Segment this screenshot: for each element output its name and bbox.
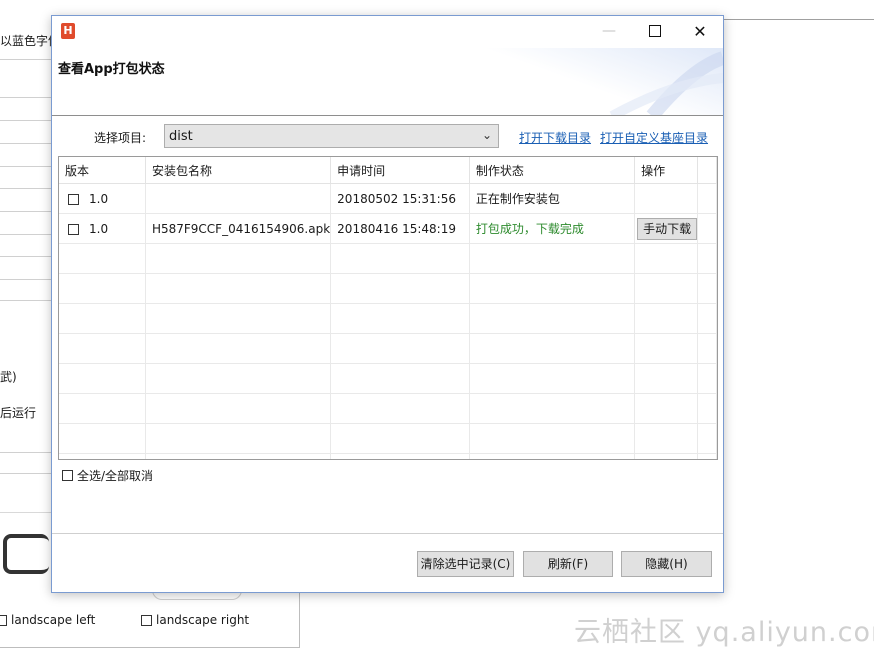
row-checkbox[interactable] — [68, 193, 79, 205]
table-row[interactable]: 1.0 20180502 15:31:56 正在制作安装包 — [59, 183, 717, 214]
landscape-left-label: landscape left — [11, 613, 96, 627]
select-all-label: 全选/全部取消 — [77, 469, 154, 483]
background-row-line — [0, 166, 52, 167]
project-select[interactable]: dist ⌄ — [164, 124, 499, 148]
phone-landscape-icon[interactable] — [3, 534, 49, 574]
table-row — [59, 363, 717, 394]
background-row-line — [0, 211, 52, 212]
table-row — [59, 333, 717, 364]
hbuilder-logo-icon: H — [61, 23, 75, 39]
background-window-edge — [724, 19, 874, 20]
background-row-line — [0, 97, 52, 98]
table-row — [59, 243, 717, 274]
background-row-line — [0, 279, 52, 280]
column-header-action[interactable]: 操作 — [634, 157, 699, 184]
refresh-button[interactable]: 刷新(F) — [523, 551, 613, 577]
background-row-line — [0, 143, 52, 144]
landscape-right-checkbox[interactable]: landscape right — [141, 613, 249, 627]
background-text: 后运行 — [0, 406, 37, 420]
time-cell: 20180416 15:48:19 — [330, 213, 470, 244]
hide-button[interactable]: 隐藏(H) — [621, 551, 712, 577]
table-header-row: 版本 安装包名称 申请时间 制作状态 操作 — [59, 157, 717, 184]
background-row-line — [0, 59, 52, 60]
header-decoration — [609, 51, 723, 116]
background-row-line — [0, 473, 52, 474]
table-row — [59, 303, 717, 334]
column-header-status[interactable]: 制作状态 — [469, 157, 636, 184]
column-header-package[interactable]: 安装包名称 — [145, 157, 332, 184]
maximize-button[interactable] — [632, 16, 678, 47]
version-value: 1.0 — [89, 191, 109, 206]
clear-selected-button[interactable]: 清除选中记录(C) — [417, 551, 514, 577]
open-download-dir-link[interactable]: 打开下载目录 — [519, 129, 591, 146]
footer-separator — [52, 533, 723, 534]
background-panel-border — [299, 590, 300, 648]
background-row-line — [0, 188, 52, 189]
select-all-checkbox[interactable]: 全选/全部取消 — [62, 467, 153, 484]
app-pack-status-dialog: H — ✕ 查看App打包状态 选择项目: dist ⌄ 打开下载目录 打开自定… — [51, 15, 724, 593]
chevron-down-icon[interactable]: ⌄ — [482, 128, 492, 142]
landscape-right-label: landscape right — [156, 613, 250, 627]
background-text: 武) — [0, 370, 17, 384]
title-bar[interactable]: H — ✕ — [52, 16, 723, 48]
minimize-button[interactable]: — — [586, 16, 632, 47]
background-row-line — [0, 234, 52, 235]
background-separator — [0, 512, 52, 513]
close-button[interactable]: ✕ — [677, 16, 723, 47]
status-cell: 打包成功，下载完成 — [469, 213, 636, 244]
background-row-line — [0, 300, 52, 301]
dialog-header: 查看App打包状态 — [52, 48, 723, 116]
version-cell: 1.0 — [59, 183, 146, 214]
package-cell — [145, 183, 332, 214]
checkbox-icon[interactable] — [141, 614, 152, 626]
open-custom-base-dir-link[interactable]: 打开自定义基座目录 — [600, 129, 708, 146]
status-cell: 正在制作安装包 — [469, 183, 636, 214]
background-row-line — [0, 452, 52, 453]
column-header-filler — [697, 157, 717, 184]
table-row[interactable]: 1.0 H587F9CCF_0416154906.apk 20180416 15… — [59, 213, 717, 244]
manual-download-button[interactable]: 手动下载 — [637, 217, 697, 240]
column-header-time[interactable]: 申请时间 — [330, 157, 470, 184]
time-cell: 20180502 15:31:56 — [330, 183, 470, 214]
version-cell: 1.0 — [59, 213, 146, 244]
checkbox-icon[interactable] — [0, 614, 7, 626]
watermark: 云栖社区 yq.aliyun.com — [574, 617, 874, 648]
background-row-line — [0, 256, 52, 257]
action-cell — [634, 183, 699, 214]
landscape-left-checkbox[interactable]: landscape left — [0, 613, 95, 627]
checkbox-icon[interactable] — [62, 470, 73, 481]
project-label: 选择项目: — [94, 131, 147, 145]
pack-records-table: 版本 安装包名称 申请时间 制作状态 操作 1.0 20180502 15:31… — [58, 156, 718, 460]
header-separator — [52, 115, 723, 116]
project-select-value: dist — [169, 129, 193, 144]
table-row — [59, 393, 717, 424]
row-checkbox[interactable] — [68, 223, 79, 235]
version-value: 1.0 — [89, 221, 109, 236]
table-row — [59, 423, 717, 454]
filler-cell — [697, 183, 717, 214]
table-row — [59, 273, 717, 304]
background-row-line — [0, 120, 52, 121]
action-cell: 手动下载 — [634, 213, 699, 244]
column-header-version[interactable]: 版本 — [59, 157, 146, 184]
table-row — [59, 453, 717, 459]
maximize-icon — [649, 25, 661, 37]
background-panel-border — [0, 647, 300, 648]
package-cell: H587F9CCF_0416154906.apk — [145, 213, 332, 244]
filler-cell — [697, 213, 717, 244]
